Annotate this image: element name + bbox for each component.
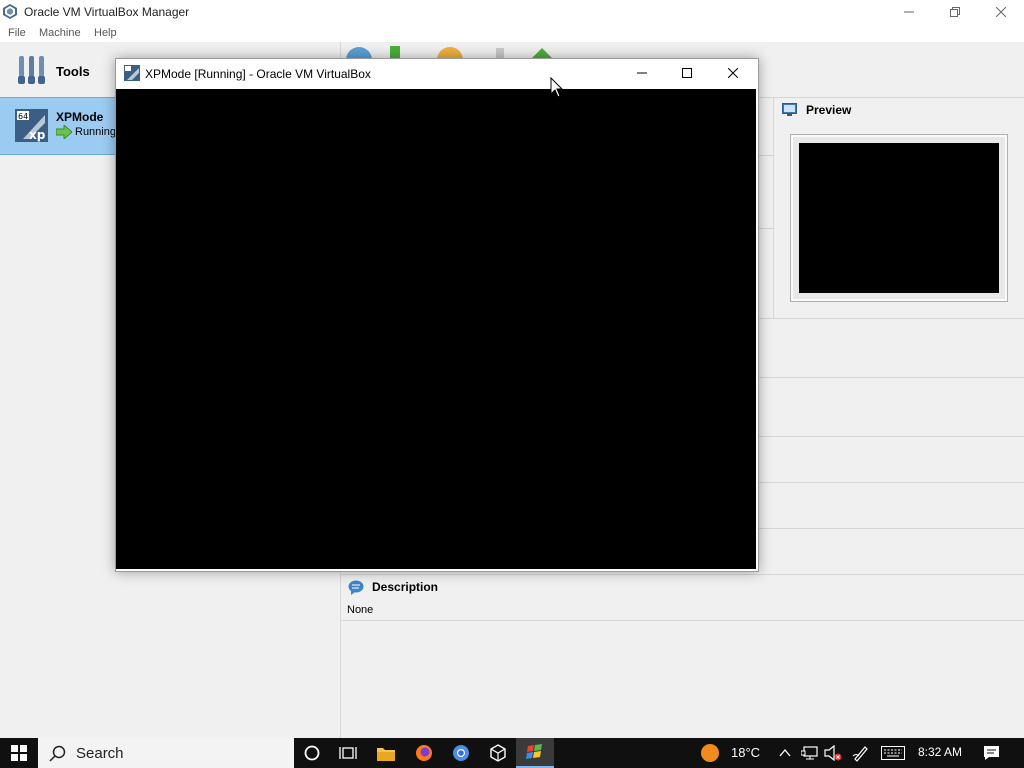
preview-monitor-icon	[782, 103, 797, 116]
touch-keyboard-icon[interactable]	[881, 746, 905, 760]
maximize-icon	[682, 68, 692, 78]
vm-close-button[interactable]	[710, 58, 756, 88]
network-icon[interactable]	[801, 745, 819, 761]
clock[interactable]: 8:32 AM	[918, 745, 962, 759]
search-icon	[49, 745, 66, 762]
vm-name: XPMode	[56, 110, 104, 124]
file-explorer-button[interactable]	[367, 738, 405, 768]
firefox-button[interactable]	[405, 738, 443, 768]
svg-text:xp: xp	[29, 128, 46, 142]
divider	[757, 318, 1024, 319]
vm-display[interactable]	[116, 89, 756, 569]
vm-window-icon	[124, 65, 140, 81]
vm-window-title: XPMode [Running] - Oracle VM VirtualBox	[145, 67, 371, 81]
preview-title: Preview	[806, 103, 852, 117]
firefox-icon	[416, 745, 432, 761]
virtualbox-taskbar-button[interactable]	[479, 738, 517, 768]
chrome-icon	[453, 745, 469, 761]
divider	[341, 620, 1024, 621]
divider	[757, 482, 1024, 483]
manager-close-button[interactable]	[978, 0, 1024, 24]
minimize-icon	[637, 72, 647, 74]
divider	[757, 436, 1024, 437]
vm-maximize-button[interactable]	[664, 58, 710, 88]
menu-help[interactable]: Help	[94, 27, 117, 39]
task-view-icon	[339, 747, 357, 759]
cortana-circle-icon	[304, 745, 320, 761]
task-view-button[interactable]	[329, 738, 367, 768]
xpmode-taskbar-button[interactable]	[516, 738, 554, 768]
description-value: None	[347, 604, 374, 616]
chrome-button[interactable]	[442, 738, 480, 768]
restore-icon	[950, 7, 960, 17]
folder-icon	[377, 747, 395, 761]
pen-icon[interactable]	[852, 744, 870, 762]
minimize-icon	[904, 11, 914, 13]
divider	[757, 377, 1024, 378]
menubar	[0, 24, 1024, 42]
divider	[757, 528, 1024, 529]
description-speech-icon	[348, 580, 364, 595]
weather-temperature[interactable]: 18°C	[731, 745, 760, 760]
divider	[757, 155, 773, 156]
manager-title: Oracle VM VirtualBox Manager	[24, 5, 190, 19]
divider	[341, 574, 1024, 575]
menu-file[interactable]: File	[8, 27, 26, 39]
description-title: Description	[372, 580, 439, 594]
cortana-button[interactable]	[293, 738, 331, 768]
preview-screen[interactable]	[799, 143, 999, 293]
virtualbox-logo-icon	[3, 4, 17, 19]
xp-flag-icon	[526, 744, 542, 759]
divider	[773, 98, 774, 318]
search-placeholder: Search	[76, 745, 124, 762]
manager-minimize-button[interactable]	[886, 0, 932, 24]
chevron-up-icon[interactable]	[778, 746, 792, 760]
running-arrow-icon	[56, 125, 72, 139]
manager-restore-button[interactable]	[932, 0, 978, 24]
menu-machine[interactable]: Machine	[39, 27, 81, 39]
tools-icon	[18, 56, 45, 84]
vm-state: Running	[75, 126, 116, 138]
weather-sun-icon[interactable]	[700, 743, 720, 763]
virtualbox-cube-icon	[490, 744, 506, 762]
windows-xp-os-icon: 64 xp	[15, 109, 48, 142]
divider	[757, 228, 773, 229]
tools-label: Tools	[56, 64, 90, 79]
speaker-muted-icon[interactable]	[824, 745, 842, 761]
mouse-cursor-icon	[550, 77, 564, 98]
close-icon	[728, 68, 738, 78]
close-icon	[996, 7, 1006, 17]
windows-logo-icon	[11, 745, 27, 761]
svg-text:64: 64	[18, 112, 28, 121]
action-center-icon[interactable]	[983, 745, 1000, 761]
vm-minimize-button[interactable]	[619, 58, 665, 88]
start-button[interactable]	[0, 738, 38, 768]
